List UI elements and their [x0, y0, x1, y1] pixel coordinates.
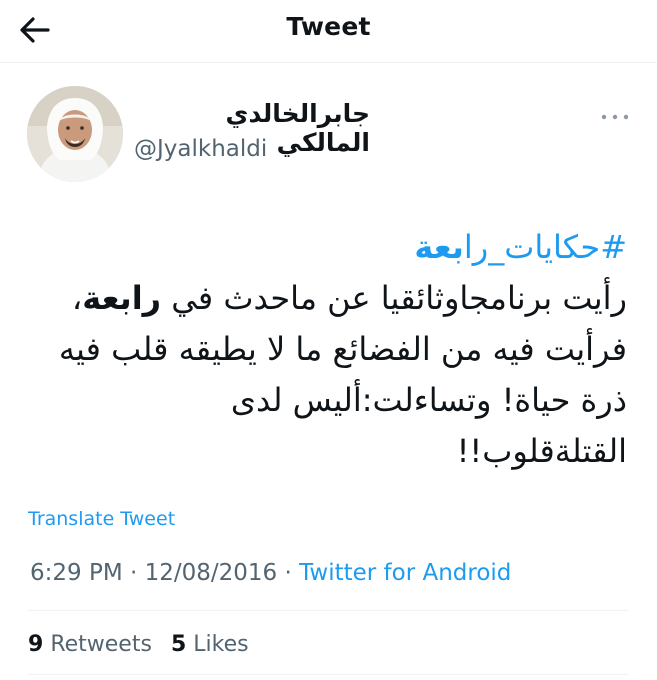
meta-divider: [28, 610, 629, 611]
tweet-line-hashtag: #حكايات_رابعة: [30, 222, 627, 273]
avatar[interactable]: [27, 86, 123, 182]
tweet-source-link[interactable]: Twitter for Android: [299, 560, 511, 586]
hashtag-bold: بعة: [414, 228, 464, 266]
tweet-time[interactable]: 6:29 PM: [30, 560, 123, 586]
tweet-meta: 6:29 PM · 12/08/2016 · Twitter for Andro…: [30, 560, 511, 586]
more-dots-icon: [601, 114, 629, 120]
likes-label: Likes: [193, 632, 249, 657]
likes-stat[interactable]: 5 Likes: [171, 632, 249, 657]
user-photo: [27, 86, 123, 182]
hashtag-link[interactable]: #حكايات_رابعة: [414, 228, 627, 266]
translate-tweet-link[interactable]: Translate Tweet: [28, 508, 175, 530]
meta-separator-2: ·: [284, 560, 292, 586]
hashtag-prefix: #حكايات_را: [463, 228, 627, 266]
tweet-line-2: فرأيت فيه من الفضائع ما لا يطيقه قلب فيه: [58, 330, 627, 368]
retweets-count: 9: [28, 632, 44, 657]
top-bar: Tweet: [0, 0, 657, 62]
author-handle[interactable]: @Jyalkhaldi: [134, 136, 267, 162]
tweet-line-1-start: رأيت برنامجاوثائقيا عن ماحدث في: [161, 279, 627, 317]
header-divider: [0, 62, 657, 63]
more-options-button[interactable]: [598, 108, 632, 126]
page-title: Tweet: [286, 12, 371, 41]
tweet-line-1-bold: رابعة: [82, 279, 162, 317]
stats-divider: [28, 674, 629, 675]
retweets-stat[interactable]: 9 Retweets: [28, 632, 152, 657]
likes-count: 5: [170, 632, 187, 657]
meta-separator-1: ·: [130, 560, 138, 586]
tweet-line-1-end: ،: [71, 279, 83, 317]
tweet-date[interactable]: 12/08/2016: [145, 560, 278, 586]
tweet-line-3: ذرة حياة! وتساءلت:أليس لدى: [230, 381, 627, 419]
retweets-label: Retweets: [50, 632, 152, 657]
tweet-line-1: رأيت برنامجاوثائقيا عن ماحدث في رابعة،: [30, 273, 627, 324]
tweet-text: #حكايات_رابعة رأيت برنامجاوثائقيا عن ماح…: [30, 222, 627, 477]
tweet-line-4: القتلةقلوب!!: [456, 432, 627, 470]
tweet-stats: 9 Retweets 5 Likes: [28, 632, 261, 657]
